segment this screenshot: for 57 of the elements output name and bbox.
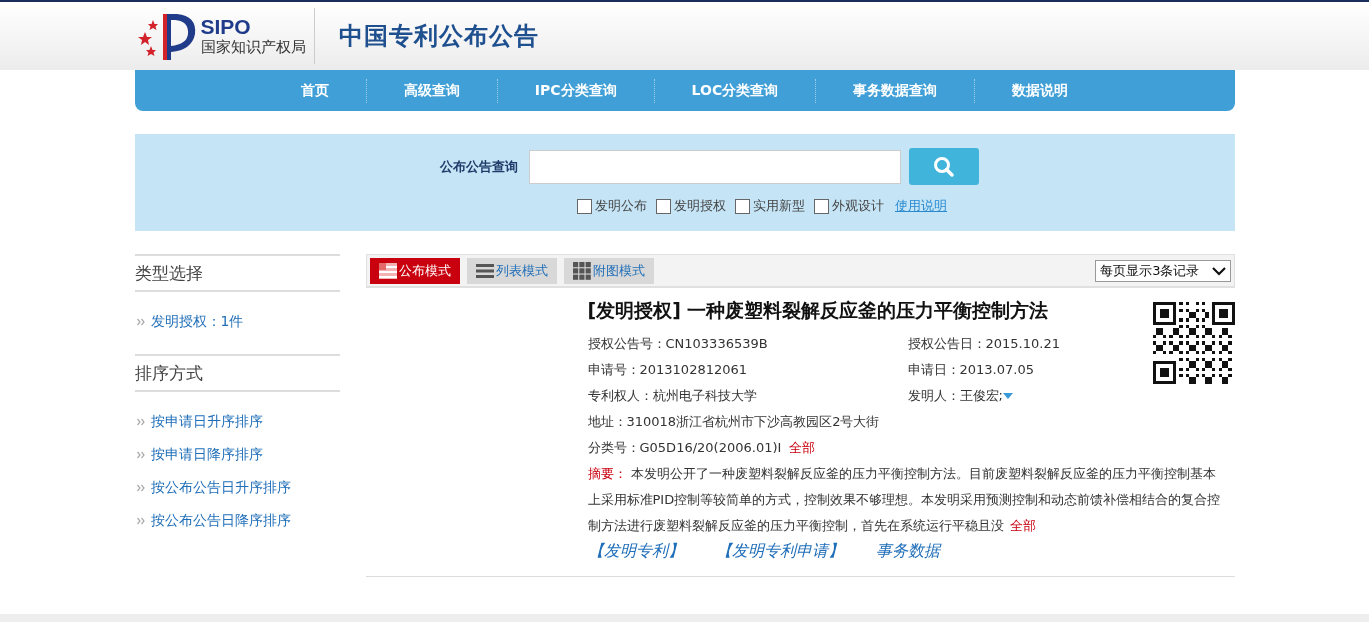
search-label: 公布公告查询 (440, 157, 518, 176)
checkbox-label: 外观设计 (832, 197, 884, 215)
dropdown-triangle-icon[interactable] (1002, 393, 1013, 399)
nav-link[interactable]: IPC分类查询 (497, 81, 654, 100)
nav-link[interactable]: 数据说明 (975, 81, 1106, 100)
list-icon (475, 262, 494, 279)
search-field[interactable] (529, 149, 901, 184)
page-size-select[interactable]: 每页显示3条记录 (1095, 259, 1231, 282)
show-all-link[interactable]: 全部 (789, 439, 816, 457)
sidebar-link[interactable]: 按申请日降序排序 (150, 445, 263, 464)
show-all-link[interactable]: 全部 (1009, 518, 1036, 533)
sidebar-heading: 排序方式 (134, 354, 340, 392)
view-mode-tab[interactable]: 附图模式 (563, 257, 654, 284)
patent-field: 申请日：2013.07.05 (907, 361, 1034, 379)
nav-link[interactable]: LOC分类查询 (654, 81, 816, 100)
chevron-down-icon (1211, 265, 1226, 276)
abstract-text: 摘要： 本发明公开了一种废塑料裂解反应釜的压力平衡控制方法。目前废塑料裂解反应釜的压力平衡控制基本上采用标准PID控制等较简单的方式，控制效果不够理想。本发明采用预测控制和动态前馈补偿相结合的复合控制方法进行废塑料裂解反应釜的压力平衡控制，首先在系统运行平稳且没 全部 (587, 465, 1222, 535)
view-mode-tab[interactable]: 公布模式 (369, 257, 460, 284)
patent-field: 发明人：王俊宏; (907, 387, 1003, 405)
result-link[interactable]: 【发明专利】 (587, 541, 684, 562)
nav-link[interactable]: 首页 (263, 81, 366, 100)
patent-field: 授权公告号：CN103336539B (587, 335, 908, 353)
checkbox-label: 发明公布 (595, 197, 647, 215)
grid-icon (572, 261, 591, 280)
double-chevron-icon (136, 483, 145, 492)
result-link[interactable]: 事务数据 (875, 541, 940, 562)
double-chevron-icon (136, 516, 145, 525)
nav-link[interactable]: 事务数据查询 (816, 81, 975, 100)
checkbox[interactable] (577, 198, 592, 214)
patent-field: 授权公告日：2015.10.21 (907, 335, 1060, 353)
logo-abbreviation: SIPO (200, 16, 252, 38)
checkbox[interactable] (656, 198, 671, 214)
result-link[interactable]: 【发明专利申请】 (715, 541, 844, 562)
view-mode-tab[interactable]: 列表模式 (466, 257, 557, 284)
sidebar-heading: 类型选择 (134, 254, 340, 292)
patent-field: 地址：310018浙江省杭州市下沙高教园区2号大街 (587, 413, 880, 431)
sidebar-link[interactable]: 按申请日升序排序 (150, 412, 263, 431)
patent-title[interactable]: [发明授权] 一种废塑料裂解反应釜的压力平衡控制方法 (587, 298, 1148, 324)
help-link[interactable]: 使用说明 (895, 197, 947, 215)
sidebar-link[interactable]: 按公布公告日降序排序 (150, 511, 291, 530)
flag-icon (378, 262, 397, 279)
patent-field: 专利权人：杭州电子科技大学 (587, 387, 908, 405)
checkbox[interactable] (735, 198, 750, 214)
search-icon (933, 155, 955, 178)
checkbox-label: 实用新型 (753, 197, 805, 215)
double-chevron-icon (136, 317, 145, 326)
checkbox[interactable] (814, 198, 829, 214)
logo-name: 国家知识产权局 (200, 38, 306, 56)
double-chevron-icon (136, 417, 145, 426)
sidebar-link[interactable]: 按公布公告日升序排序 (150, 478, 291, 497)
site-title: 中国专利公布公告 (338, 21, 539, 52)
checkbox-label: 发明授权 (674, 197, 726, 215)
double-chevron-icon (136, 450, 145, 459)
patent-field: 申请号：2013102812061 (587, 361, 908, 379)
nav-link[interactable]: 高级查询 (366, 81, 497, 100)
sidebar-link[interactable]: 发明授权：1件 (150, 312, 244, 331)
patent-field: 分类号：G05D16/20(2006.01)I (587, 439, 782, 457)
